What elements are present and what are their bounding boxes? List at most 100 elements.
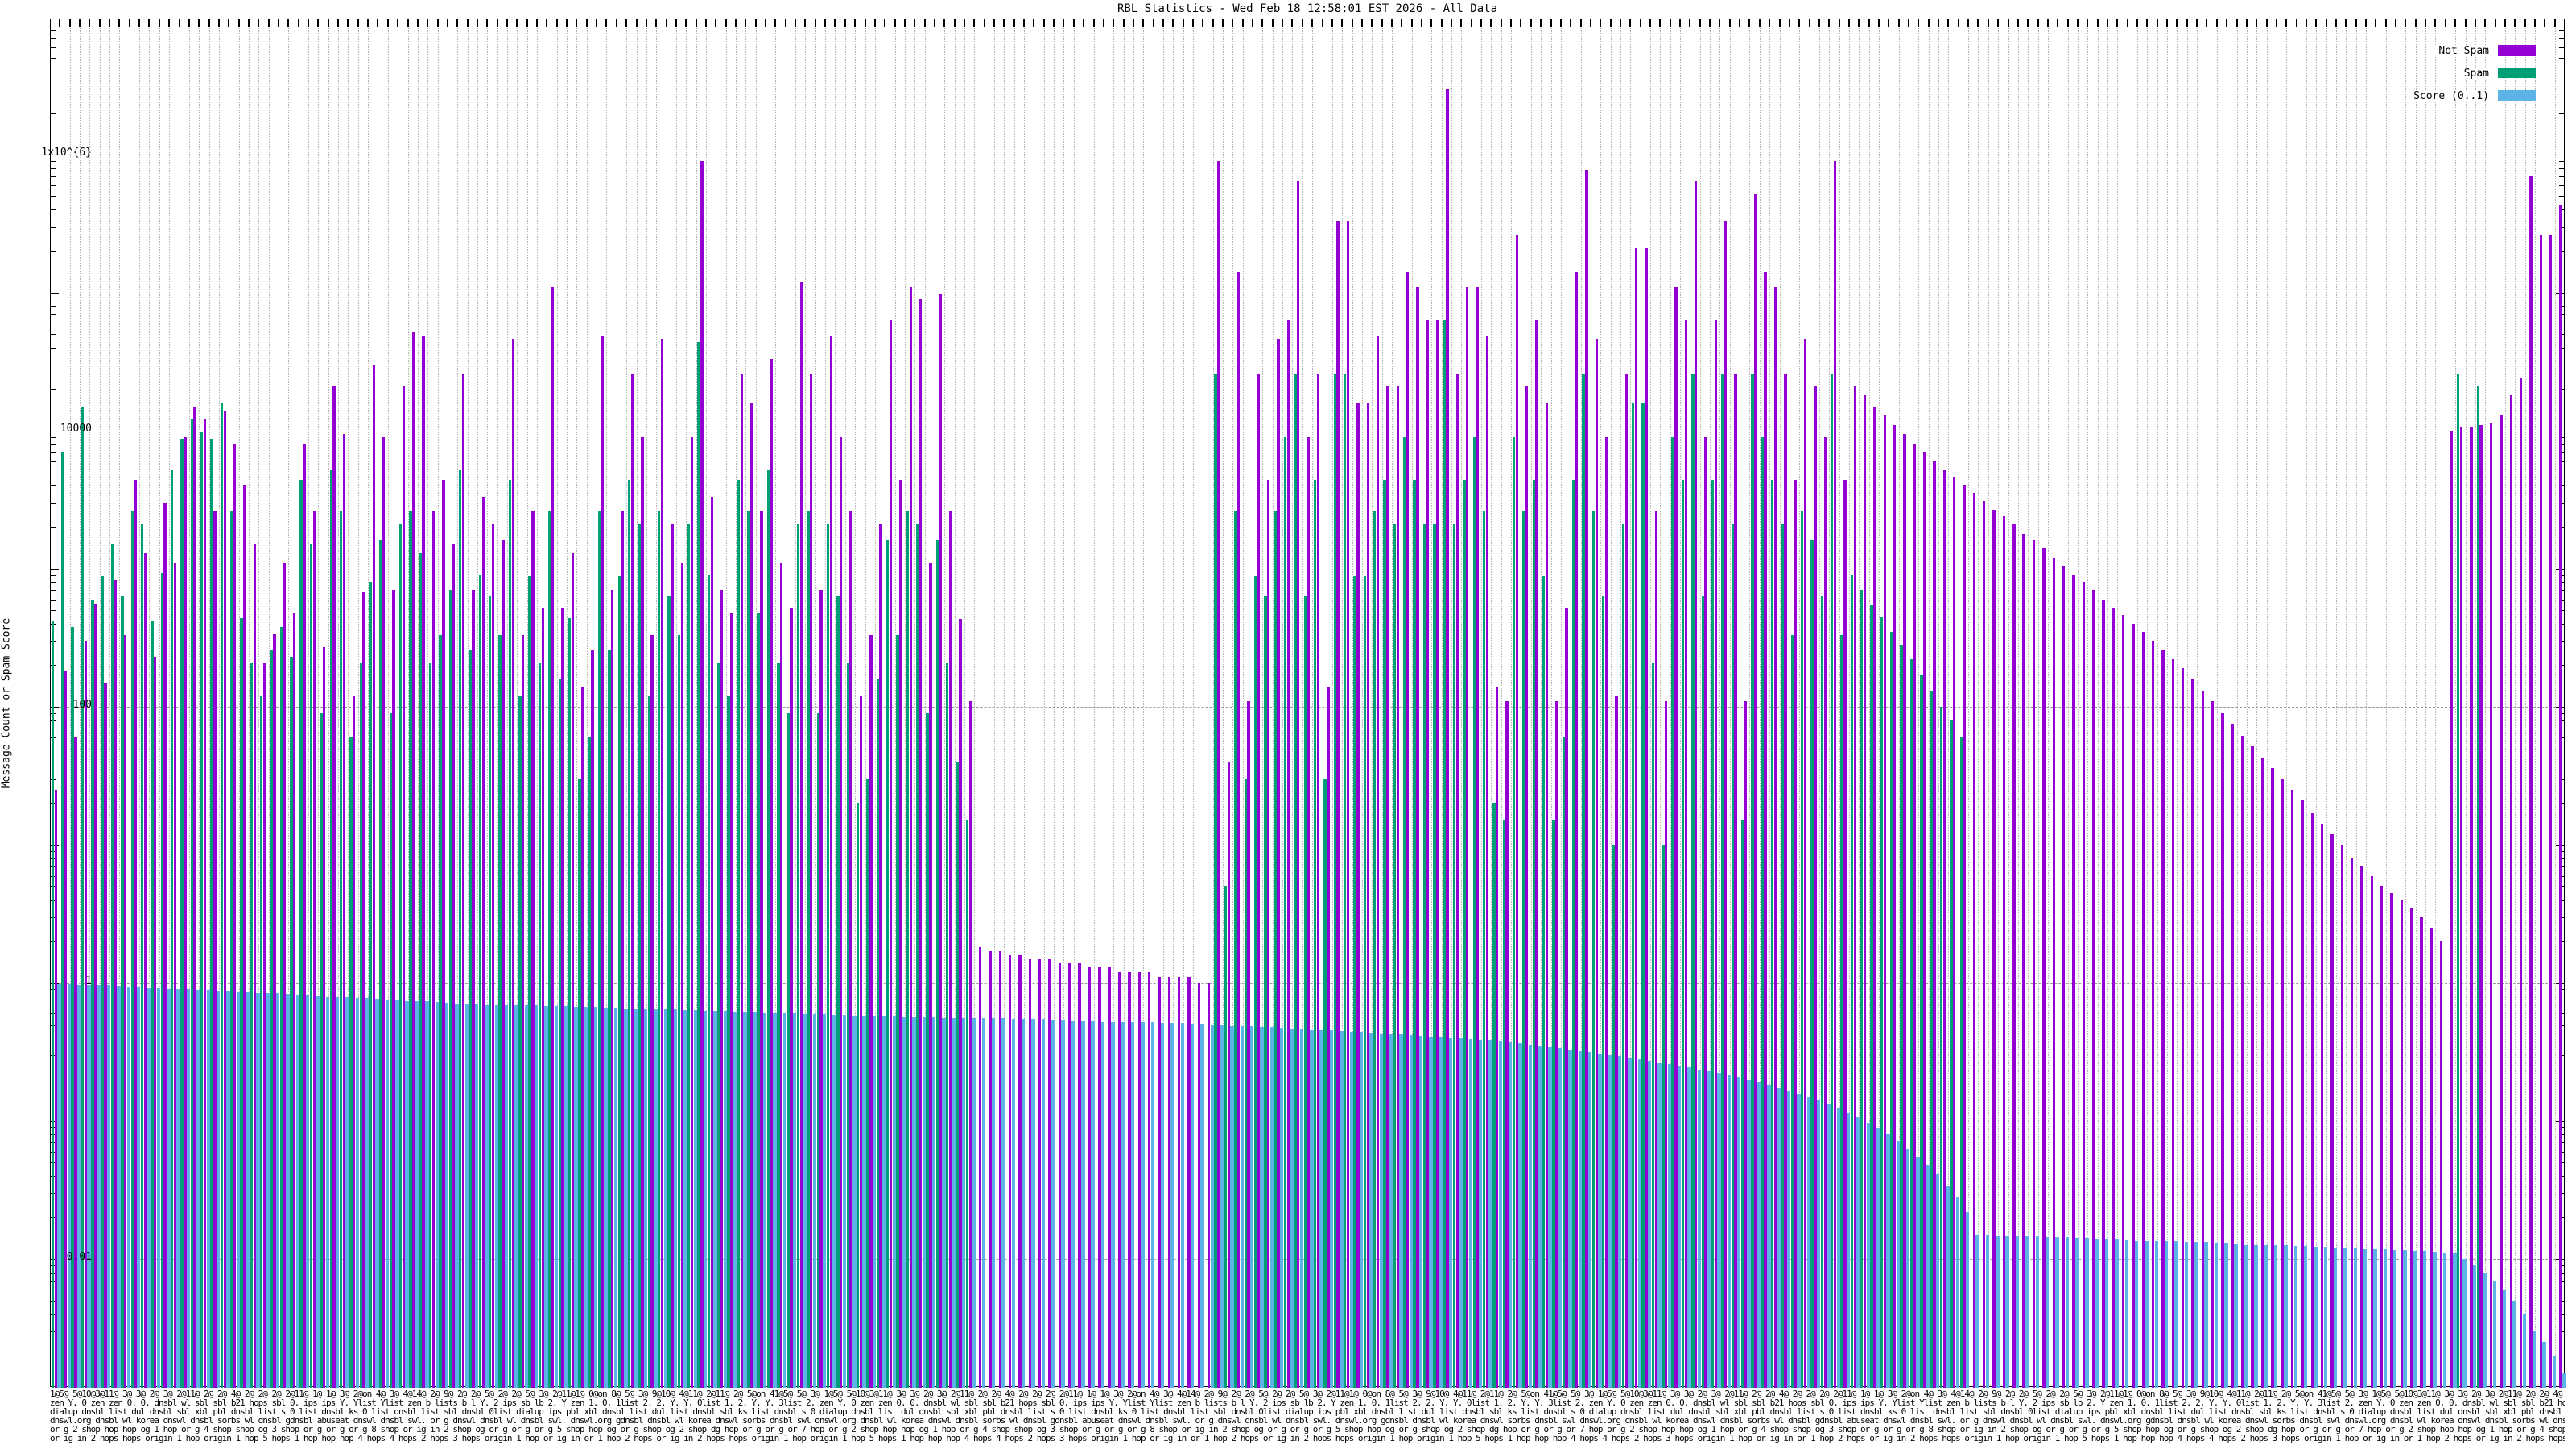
bar-score	[713, 1010, 717, 1388]
x-gridline	[2008, 19, 2009, 1386]
bar-score	[385, 999, 390, 1388]
top-axis-tick	[89, 19, 91, 27]
y-tick-label: 10000	[60, 423, 92, 435]
top-axis-tick	[1997, 19, 2000, 27]
top-axis-tick	[1679, 19, 1682, 27]
y-axis-tick	[2559, 30, 2564, 31]
x-axis-label-row: dialup dnsbl list dul dnsbl sbl xbl pbl …	[50, 1407, 2565, 1416]
top-axis-tick	[964, 19, 965, 27]
top-axis-tick	[1102, 19, 1104, 27]
bar-score	[1081, 1020, 1085, 1388]
top-axis-tick	[2425, 19, 2427, 27]
x-gridline	[2326, 19, 2327, 1386]
top-axis-tick	[2027, 19, 2029, 27]
bar-score	[2562, 1373, 2566, 1388]
bar-score	[981, 1018, 986, 1388]
y-axis-tick	[51, 610, 56, 612]
top-axis-tick	[217, 19, 220, 27]
bar-score	[554, 1005, 559, 1388]
bar-score	[2433, 1251, 2437, 1388]
bar-score	[1985, 1235, 1990, 1388]
top-axis-tick	[784, 19, 786, 27]
x-gridline	[2077, 19, 2079, 1386]
top-axis-tick	[1122, 19, 1125, 27]
top-axis-tick	[625, 19, 628, 27]
top-axis-tick	[287, 19, 290, 27]
top-axis-tick	[2295, 19, 2297, 27]
y-tick-label: 100	[72, 699, 92, 711]
bar-score	[2204, 1242, 2208, 1388]
top-axis-tick	[486, 19, 489, 27]
bar-score	[1966, 1212, 1970, 1388]
bar-score	[1896, 1140, 1901, 1388]
top-axis-tick	[1490, 19, 1492, 27]
top-axis-tick	[386, 19, 389, 27]
top-axis-tick	[2245, 19, 2248, 27]
x-gridline	[2167, 19, 2169, 1386]
bar-score	[753, 1012, 758, 1388]
top-axis-tick	[2107, 19, 2108, 27]
top-axis-tick	[1182, 19, 1184, 27]
bar-score	[1269, 1027, 1274, 1388]
bar-score	[1250, 1026, 1254, 1388]
top-axis-tick	[1530, 19, 1532, 27]
bar-score	[216, 990, 221, 1388]
bar-score	[1031, 1019, 1035, 1388]
top-axis-tick	[1451, 19, 1453, 27]
top-axis-tick	[2524, 19, 2526, 27]
bar-not-spam	[2549, 235, 2553, 1388]
bar-score	[1111, 1021, 1115, 1388]
x-gridline	[1978, 19, 1979, 1386]
top-axis-tick	[2434, 19, 2437, 27]
top-axis-tick	[416, 19, 419, 27]
x-axis-label-row: zen Y. 0 zen zen 0. 0. dnsbl wl sbl sbl …	[50, 1398, 2565, 1407]
top-axis-tick	[1570, 19, 1572, 27]
top-axis-tick	[377, 19, 379, 27]
top-axis-tick	[873, 19, 876, 27]
top-axis-tick	[1808, 19, 1810, 27]
top-axis-tick	[983, 19, 985, 27]
top-axis-tick	[496, 19, 498, 27]
bar-score	[574, 1006, 578, 1388]
bar-score	[2174, 1241, 2178, 1388]
bar-score	[972, 1018, 976, 1388]
bar-score	[1876, 1128, 1880, 1388]
top-axis-tick	[2484, 19, 2487, 27]
top-axis-tick	[1878, 19, 1880, 27]
top-axis-tick	[973, 19, 976, 27]
x-gridline	[2047, 19, 2049, 1386]
y-axis-tick	[51, 452, 56, 453]
bar-score	[286, 993, 290, 1388]
top-axis-tick	[138, 19, 141, 27]
y-axis-tick	[51, 314, 56, 316]
top-axis-tick	[943, 19, 946, 27]
bar-score	[584, 1007, 588, 1388]
top-axis-tick	[2176, 19, 2178, 27]
bar-score	[2492, 1280, 2496, 1388]
top-axis-tick	[158, 19, 160, 27]
top-axis-tick	[1291, 19, 1294, 27]
bar-score	[57, 983, 61, 1388]
x-gridline	[1988, 19, 1989, 1386]
top-axis-tick	[2087, 19, 2089, 27]
top-axis-tick	[1072, 19, 1075, 27]
y-axis-tick	[51, 47, 56, 48]
top-axis-tick	[1371, 19, 1373, 27]
bar-score	[544, 1005, 548, 1388]
bar-score	[1022, 1018, 1026, 1388]
top-axis-tick	[1868, 19, 1870, 27]
bar-score	[1001, 1018, 1005, 1388]
top-axis-tick	[1758, 19, 1761, 27]
top-axis-tick	[317, 19, 320, 27]
bar-score	[405, 1000, 409, 1388]
top-axis-tick	[1689, 19, 1691, 27]
top-axis-tick	[2215, 19, 2218, 27]
top-axis-tick	[675, 19, 677, 27]
top-axis-tick	[1033, 19, 1035, 27]
top-axis-tick	[1847, 19, 1850, 27]
y-axis-tick	[51, 485, 56, 487]
top-axis-tick	[1728, 19, 1731, 27]
bar-score	[1418, 1035, 1423, 1388]
legend-label-score: Score (0..1)	[2410, 90, 2492, 102]
bar-score	[126, 986, 131, 1388]
